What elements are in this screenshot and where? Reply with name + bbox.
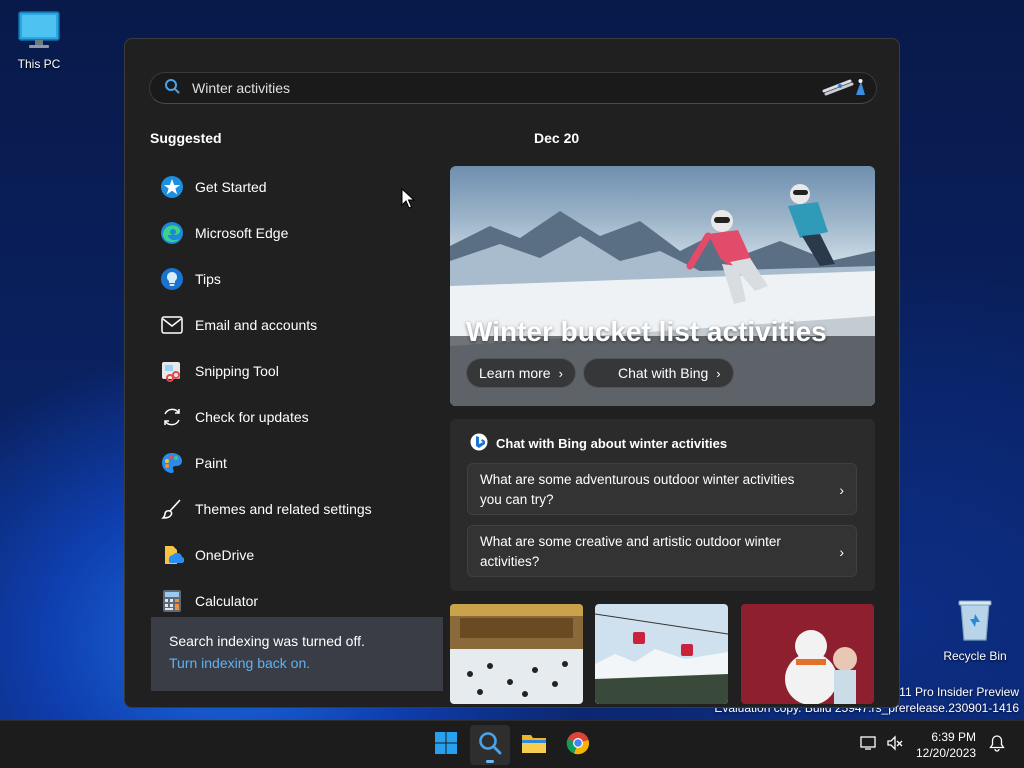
refresh-icon (159, 404, 185, 430)
start-button[interactable] (426, 725, 466, 765)
app-item-label: Microsoft Edge (195, 225, 289, 241)
search-icon (478, 731, 502, 760)
desktop-icon-recycle-bin[interactable]: Recycle Bin (936, 598, 1014, 663)
app-item-label: OneDrive (195, 547, 255, 563)
app-item-microsoft-edge[interactable]: Microsoft Edge (151, 210, 441, 256)
taskbar-clock[interactable]: 6:39 PM 12/20/2023 (916, 729, 976, 761)
thumbnail-gondola[interactable] (595, 604, 728, 704)
app-item-label: Calculator (195, 593, 259, 609)
suggested-app-list: Get Started Microsoft Edge Tips Email an… (151, 164, 441, 624)
edge-icon (159, 220, 185, 246)
chevron-right-icon: › (716, 365, 721, 381)
app-item-check-updates[interactable]: Check for updates (151, 394, 441, 440)
onedrive-icon (159, 542, 185, 568)
app-item-label: Paint (195, 455, 227, 471)
turn-indexing-on-link[interactable]: Turn indexing back on. (169, 655, 425, 671)
monitor-icon (0, 10, 78, 53)
thumbnail-ice-rink[interactable] (450, 604, 583, 704)
search-box[interactable] (149, 72, 877, 104)
chrome-button[interactable] (558, 725, 598, 765)
app-item-label: Tips (195, 271, 221, 287)
bing-icon (470, 433, 488, 454)
bing-question-2[interactable]: What are some creative and artistic outd… (467, 525, 857, 577)
snipping-tool-icon (159, 358, 185, 384)
desktop-icon-this-pc[interactable]: This PC (0, 10, 78, 71)
notifications-button[interactable] (986, 725, 1008, 765)
app-item-get-started[interactable]: Get Started (151, 164, 441, 210)
mouse-cursor-icon (401, 187, 416, 215)
speaker-muted-icon (886, 734, 904, 756)
chevron-right-icon: › (839, 544, 844, 560)
highlights-date: Dec 20 (534, 130, 580, 146)
desktop-icon-label: Recycle Bin (943, 649, 1007, 663)
paint-icon (159, 450, 185, 476)
chevron-right-icon: › (839, 482, 844, 498)
start-icon (434, 731, 458, 760)
watermark-edition: s 11 Pro Insider Preview (889, 685, 1019, 699)
bing-question-1[interactable]: What are some adventurous outdoor winter… (467, 463, 857, 515)
app-item-onedrive[interactable]: OneDrive (151, 532, 441, 578)
indexing-message: Search indexing was turned off. (169, 633, 365, 649)
question-line: What are some creative and artistic outd… (480, 534, 781, 549)
calculator-icon (159, 588, 185, 614)
app-item-label: Snipping Tool (195, 363, 279, 379)
suggested-heading: Suggested (150, 130, 222, 146)
app-item-label: Get Started (195, 179, 267, 195)
app-item-themes[interactable]: Themes and related settings (151, 486, 441, 532)
app-item-label: Themes and related settings (195, 501, 372, 517)
question-line: activities? (480, 554, 540, 569)
file-explorer-icon (521, 732, 547, 759)
taskbar-search-button[interactable] (470, 725, 510, 765)
question-line: What are some adventurous outdoor winter… (480, 472, 795, 487)
chat-with-bing-button[interactable]: Chat with Bing › (583, 358, 734, 388)
recycle-bin-icon (936, 598, 1014, 645)
bing-chat-card: Chat with Bing about winter activities W… (450, 419, 875, 591)
tips-icon (159, 266, 185, 292)
taskbar: 6:39 PM 12/20/2023 (0, 720, 1024, 768)
desktop-icon-label: This PC (17, 57, 61, 71)
app-item-tips[interactable]: Tips (151, 256, 441, 302)
search-input[interactable] (192, 80, 820, 96)
learn-more-button[interactable]: Learn more › (466, 358, 576, 388)
indexing-notice: Search indexing was turned off. Turn ind… (151, 617, 443, 691)
clock-date: 12/20/2023 (916, 746, 977, 760)
clock-time: 6:39 PM (931, 730, 977, 744)
winter-skis-icon[interactable] (820, 75, 866, 102)
bell-icon (989, 734, 1005, 757)
chevron-right-icon: › (558, 365, 563, 381)
file-explorer-button[interactable] (514, 725, 554, 765)
app-item-snipping-tool[interactable]: Snipping Tool (151, 348, 441, 394)
hero-card[interactable]: Winter bucket list activities Learn more… (450, 166, 875, 406)
app-item-paint[interactable]: Paint (151, 440, 441, 486)
bing-chat-heading: Chat with Bing about winter activities (470, 433, 727, 454)
chat-with-bing-label: Chat with Bing (618, 365, 709, 381)
mail-icon (159, 312, 185, 338)
search-panel: Suggested Dec 20 Get Started Microsoft E… (124, 38, 900, 708)
bing-chat-title: Chat with Bing about winter activities (496, 436, 728, 451)
get-started-icon (159, 174, 185, 200)
app-item-label: Check for updates (195, 409, 309, 425)
learn-more-label: Learn more (479, 365, 551, 381)
brush-icon (159, 496, 185, 522)
thumbnail-snowman[interactable] (741, 604, 874, 704)
search-icon (164, 78, 180, 99)
question-line: you can try? (480, 492, 554, 507)
chrome-icon (566, 731, 590, 760)
app-item-email-accounts[interactable]: Email and accounts (151, 302, 441, 348)
network-button[interactable] (858, 725, 880, 765)
display-icon (860, 735, 878, 756)
app-item-label: Email and accounts (195, 317, 318, 333)
hero-title: Winter bucket list activities (466, 316, 827, 347)
volume-button[interactable] (884, 725, 906, 765)
